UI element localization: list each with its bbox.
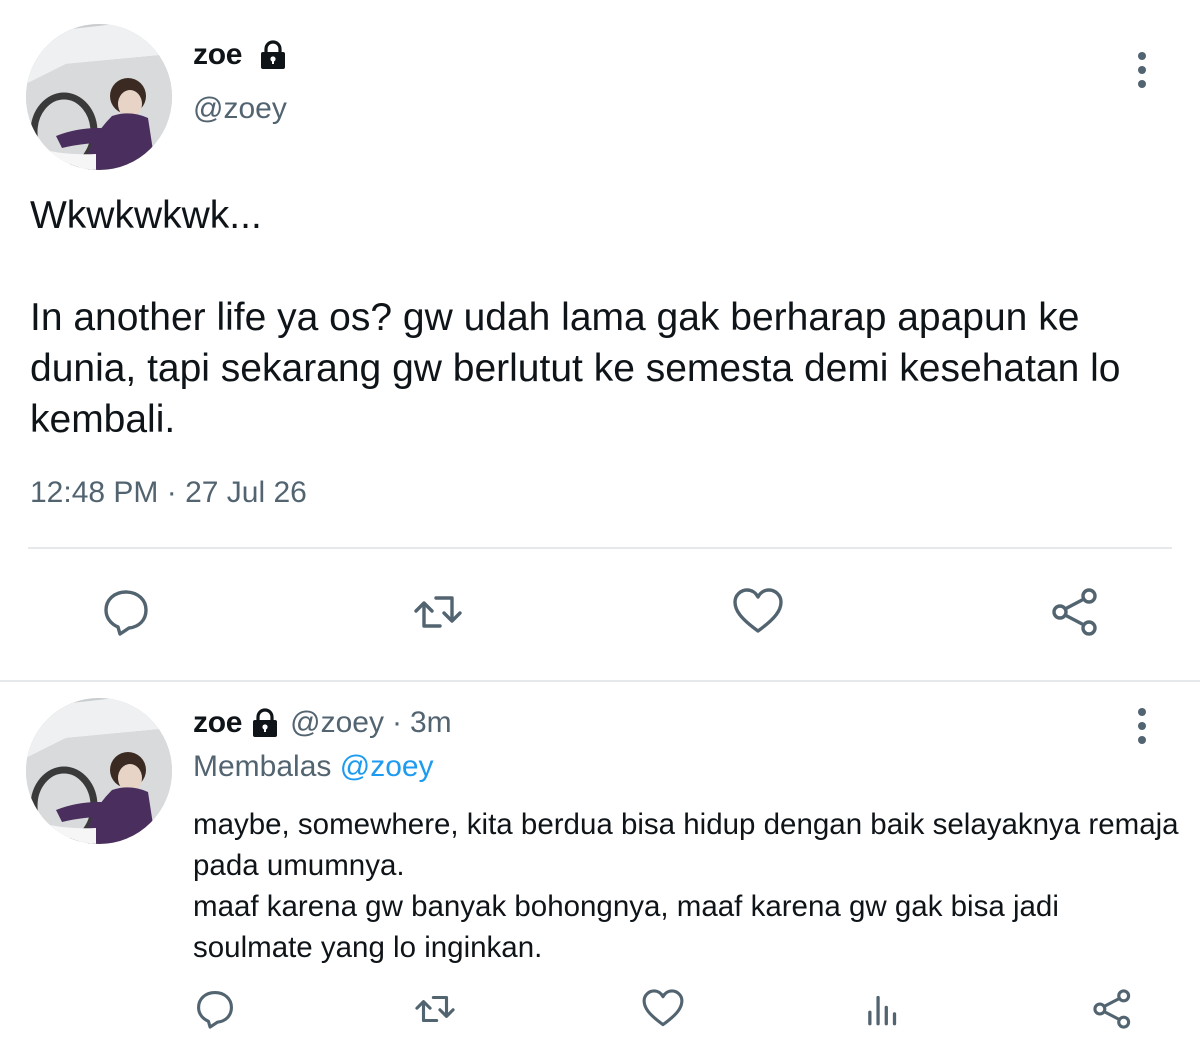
replying-to-label: Membalas: [193, 750, 332, 783]
more-options-icon[interactable]: [1128, 704, 1156, 748]
replying-to-handle[interactable]: @zoey: [340, 750, 434, 783]
display-name[interactable]: zoe: [193, 38, 242, 72]
share-icon[interactable]: [1048, 584, 1104, 640]
lock-icon: [258, 40, 288, 70]
user-handle[interactable]: @zoey: [290, 706, 384, 740]
tweet-text: maybe, somewhere, kita berdua bisa hidup…: [193, 808, 1179, 964]
profile-photo: [26, 698, 172, 844]
retweet-icon[interactable]: [412, 986, 458, 1032]
reply-header: zoe @zoey · 3m: [193, 706, 452, 740]
tweet-timestamp[interactable]: 12:48 PM · 27 Jul 26: [30, 476, 307, 510]
tweet-age[interactable]: 3m: [410, 706, 452, 740]
replying-to: Membalas @zoey: [193, 750, 434, 784]
tweet-text: Wkwkwkwk... In another life ya os? gw ud…: [30, 194, 1121, 441]
section-divider: [0, 680, 1200, 682]
like-icon[interactable]: [730, 584, 786, 640]
user-handle[interactable]: @zoey: [193, 92, 287, 126]
avatar[interactable]: [26, 698, 172, 844]
lock-icon: [250, 708, 280, 738]
display-name[interactable]: zoe: [193, 706, 242, 740]
share-icon[interactable]: [1090, 986, 1136, 1032]
profile-photo: [26, 24, 172, 170]
stats-icon[interactable]: [860, 986, 906, 1032]
reply-icon[interactable]: [192, 986, 238, 1032]
retweet-icon[interactable]: [410, 584, 466, 640]
separator: ·: [391, 706, 402, 739]
avatar[interactable]: [26, 24, 172, 170]
like-icon[interactable]: [640, 986, 686, 1032]
more-options-icon[interactable]: [1128, 48, 1156, 92]
reply-icon[interactable]: [98, 584, 154, 640]
divider: [28, 547, 1172, 549]
